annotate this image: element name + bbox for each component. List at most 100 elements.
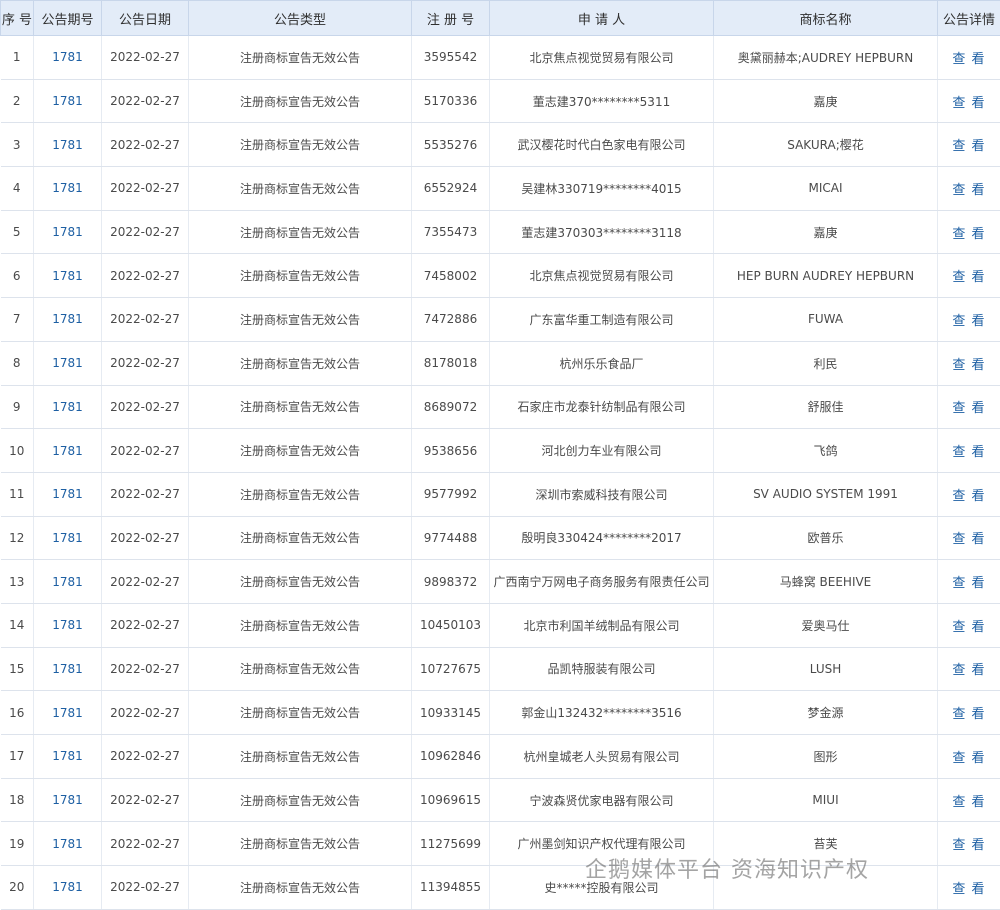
cell-seq: 3	[1, 123, 34, 167]
view-detail-link[interactable]: 查 看	[952, 227, 985, 242]
view-detail-link[interactable]: 查 看	[952, 576, 985, 591]
view-detail-link[interactable]: 查 看	[952, 882, 985, 897]
view-detail-link[interactable]: 查 看	[952, 96, 985, 111]
cell-reg-no: 9898372	[412, 560, 490, 604]
cell-issue-number: 1781	[34, 866, 102, 910]
cell-issue-number: 1781	[34, 516, 102, 560]
cell-type: 注册商标宣告无效公告	[189, 516, 412, 560]
cell-mark-name: 飞鸽	[714, 429, 938, 473]
cell-date: 2022-02-27	[102, 385, 189, 429]
view-detail-link[interactable]: 查 看	[952, 620, 985, 635]
view-detail-link[interactable]: 查 看	[952, 751, 985, 766]
view-detail-link[interactable]: 查 看	[952, 139, 985, 154]
view-detail-link[interactable]: 查 看	[952, 445, 985, 460]
cell-detail: 查 看	[938, 560, 1000, 604]
cell-type: 注册商标宣告无效公告	[189, 429, 412, 473]
cell-mark-name: 嘉庚	[714, 79, 938, 123]
cell-applicant: 广西南宁万网电子商务服务有限责任公司	[490, 560, 714, 604]
cell-mark-name: 苔芙	[714, 822, 938, 866]
table-row: 1417812022-02-27注册商标宣告无效公告10450103北京市利国羊…	[1, 603, 1000, 647]
cell-detail: 查 看	[938, 210, 1000, 254]
cell-reg-no: 11275699	[412, 822, 490, 866]
cell-reg-no: 7458002	[412, 254, 490, 298]
cell-applicant: 石家庄市龙泰针纺制品有限公司	[490, 385, 714, 429]
table-row: 1617812022-02-27注册商标宣告无效公告10933145郭金山132…	[1, 691, 1000, 735]
cell-date: 2022-02-27	[102, 298, 189, 342]
cell-reg-no: 10727675	[412, 647, 490, 691]
view-detail-link[interactable]: 查 看	[952, 663, 985, 678]
cell-issue-number: 1781	[34, 603, 102, 647]
announcement-table: 序 号 公告期号 公告日期 公告类型 注 册 号 申 请 人 商标名称 公告详情…	[0, 0, 1000, 910]
cell-detail: 查 看	[938, 429, 1000, 473]
view-detail-link[interactable]: 查 看	[952, 838, 985, 853]
table-row: 317812022-02-27注册商标宣告无效公告5535276武汉樱花时代白色…	[1, 123, 1000, 167]
view-detail-link[interactable]: 查 看	[952, 707, 985, 722]
cell-mark-name: MIUI	[714, 778, 938, 822]
table-row: 1817812022-02-27注册商标宣告无效公告10969615宁波森贤优家…	[1, 778, 1000, 822]
cell-applicant: 深圳市索威科技有限公司	[490, 472, 714, 516]
table-row: 617812022-02-27注册商标宣告无效公告7458002北京焦点视觉贸易…	[1, 254, 1000, 298]
cell-seq: 4	[1, 167, 34, 211]
view-detail-link[interactable]: 查 看	[952, 183, 985, 198]
cell-type: 注册商标宣告无效公告	[189, 647, 412, 691]
cell-detail: 查 看	[938, 866, 1000, 910]
cell-type: 注册商标宣告无效公告	[189, 210, 412, 254]
cell-issue-number: 1781	[34, 254, 102, 298]
view-detail-link[interactable]: 查 看	[952, 52, 985, 67]
cell-seq: 1	[1, 36, 34, 80]
cell-seq: 20	[1, 866, 34, 910]
cell-date: 2022-02-27	[102, 254, 189, 298]
cell-mark-name: 图形	[714, 735, 938, 779]
table-row: 1117812022-02-27注册商标宣告无效公告9577992深圳市索威科技…	[1, 472, 1000, 516]
view-detail-link[interactable]: 查 看	[952, 314, 985, 329]
view-detail-link[interactable]: 查 看	[952, 270, 985, 285]
view-detail-link[interactable]: 查 看	[952, 401, 985, 416]
table-row: 1017812022-02-27注册商标宣告无效公告9538656河北创力车业有…	[1, 429, 1000, 473]
cell-issue-number: 1781	[34, 298, 102, 342]
cell-reg-no: 10969615	[412, 778, 490, 822]
cell-date: 2022-02-27	[102, 36, 189, 80]
table-row: 1217812022-02-27注册商标宣告无效公告9774488殷明良3304…	[1, 516, 1000, 560]
table-row: 1917812022-02-27注册商标宣告无效公告11275699广州墨剑知识…	[1, 822, 1000, 866]
cell-issue-number: 1781	[34, 472, 102, 516]
cell-date: 2022-02-27	[102, 866, 189, 910]
table-row: 1517812022-02-27注册商标宣告无效公告10727675品凯特服装有…	[1, 647, 1000, 691]
cell-mark-name: 舒服佳	[714, 385, 938, 429]
view-detail-link[interactable]: 查 看	[952, 489, 985, 504]
cell-reg-no: 11394855	[412, 866, 490, 910]
cell-applicant: 广州墨剑知识产权代理有限公司	[490, 822, 714, 866]
cell-reg-no: 7355473	[412, 210, 490, 254]
view-detail-link[interactable]: 查 看	[952, 532, 985, 547]
cell-issue-number: 1781	[34, 36, 102, 80]
cell-seq: 10	[1, 429, 34, 473]
header-type: 公告类型	[189, 1, 412, 36]
cell-seq: 18	[1, 778, 34, 822]
cell-reg-no: 3595542	[412, 36, 490, 80]
cell-reg-no: 8178018	[412, 341, 490, 385]
cell-date: 2022-02-27	[102, 822, 189, 866]
cell-detail: 查 看	[938, 516, 1000, 560]
cell-reg-no: 10962846	[412, 735, 490, 779]
cell-type: 注册商标宣告无效公告	[189, 735, 412, 779]
cell-type: 注册商标宣告无效公告	[189, 254, 412, 298]
cell-detail: 查 看	[938, 36, 1000, 80]
table-row: 417812022-02-27注册商标宣告无效公告6552924吴建林33071…	[1, 167, 1000, 211]
cell-detail: 查 看	[938, 123, 1000, 167]
cell-date: 2022-02-27	[102, 79, 189, 123]
cell-mark-name: HEP BURN AUDREY HEPBURN	[714, 254, 938, 298]
cell-applicant: 北京焦点视觉贸易有限公司	[490, 254, 714, 298]
cell-issue-number: 1781	[34, 691, 102, 735]
cell-mark-name: 马蜂窝 BEEHIVE	[714, 560, 938, 604]
cell-issue-number: 1781	[34, 79, 102, 123]
cell-seq: 13	[1, 560, 34, 604]
cell-detail: 查 看	[938, 603, 1000, 647]
cell-applicant: 北京市利国羊绒制品有限公司	[490, 603, 714, 647]
table-row: 717812022-02-27注册商标宣告无效公告7472886广东富华重工制造…	[1, 298, 1000, 342]
view-detail-link[interactable]: 查 看	[952, 358, 985, 373]
cell-date: 2022-02-27	[102, 123, 189, 167]
view-detail-link[interactable]: 查 看	[952, 795, 985, 810]
cell-detail: 查 看	[938, 735, 1000, 779]
cell-date: 2022-02-27	[102, 472, 189, 516]
cell-applicant: 品凯特服装有限公司	[490, 647, 714, 691]
cell-seq: 2	[1, 79, 34, 123]
